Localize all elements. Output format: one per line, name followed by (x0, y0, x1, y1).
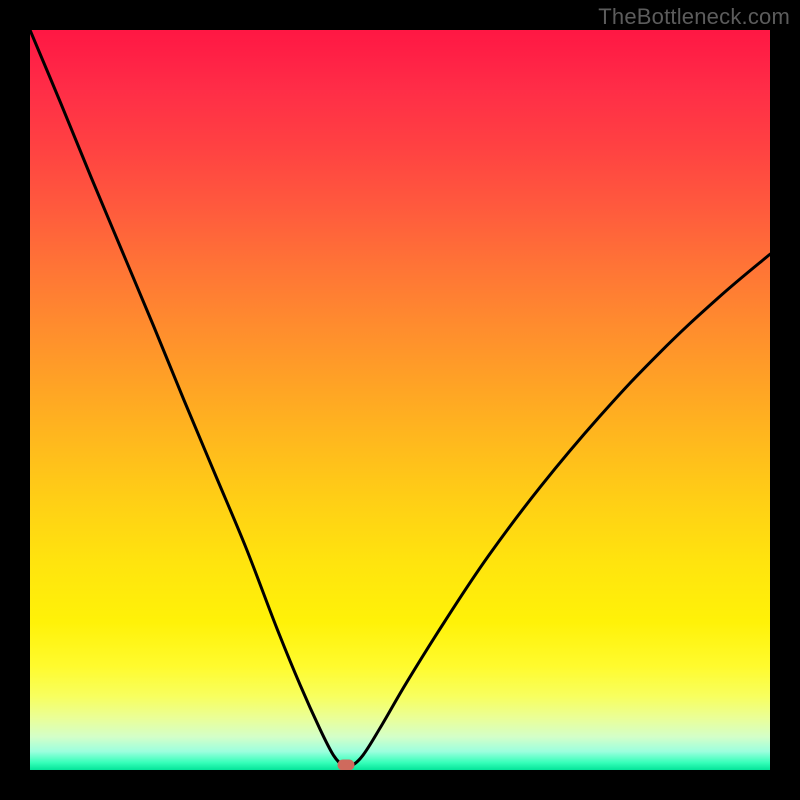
optimal-point-marker (337, 759, 354, 770)
watermark-text: TheBottleneck.com (598, 4, 790, 30)
bottleneck-curve (30, 30, 770, 770)
plot-area (30, 30, 770, 770)
chart-frame: TheBottleneck.com (0, 0, 800, 800)
